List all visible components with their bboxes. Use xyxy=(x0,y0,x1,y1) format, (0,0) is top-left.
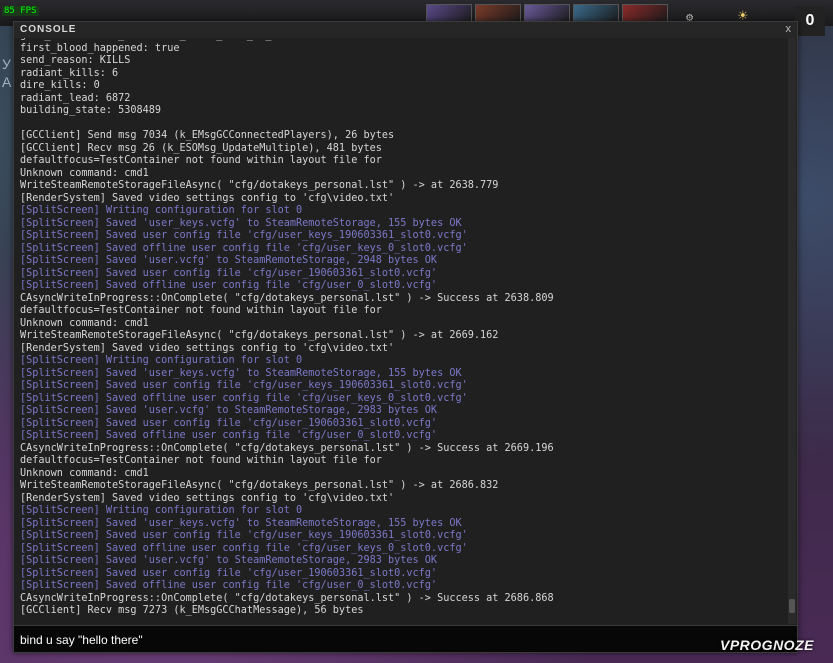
log-line: [SplitScreen] Saved 'user_keys.vcfg' to … xyxy=(20,367,462,379)
log-line: [SplitScreen] Writing configuration for … xyxy=(20,205,303,216)
console-title: CONSOLE xyxy=(20,24,77,35)
log-line: defaultfocus=TestContainer not found wit… xyxy=(20,155,382,166)
console-log[interactable]: game_state: DOTA_GAMERULES_STATE_GAME_IN… xyxy=(16,38,786,624)
side-letter: А xyxy=(2,74,12,90)
log-line: [SplitScreen] Saved 'user_keys.vcfg' to … xyxy=(20,217,462,229)
log-line: Unknown command: cmd1 xyxy=(20,317,149,329)
close-icon[interactable]: x xyxy=(786,23,792,35)
log-line: [SplitScreen] Saved user config file 'cf… xyxy=(20,380,468,391)
log-line: Unknown command: cmd1 xyxy=(20,167,149,179)
log-line: defaultfocus=TestContainer not found wit… xyxy=(20,455,382,466)
log-line: dire_kills: 0 xyxy=(20,80,100,91)
log-line: [SplitScreen] Saved offline user config … xyxy=(20,242,468,254)
log-line: CAsyncWriteInProgress::OnComplete( "cfg/… xyxy=(20,292,554,304)
log-line: send_reason: KILLS xyxy=(20,55,131,66)
log-line: first_blood_happened: true xyxy=(20,42,180,54)
log-line: [SplitScreen] Saved offline user config … xyxy=(20,392,468,404)
log-line: CAsyncWriteInProgress::OnComplete( "cfg/… xyxy=(20,442,554,454)
log-line: [RenderSystem] Saved video settings conf… xyxy=(20,192,395,204)
log-line: [SplitScreen] Saved offline user config … xyxy=(20,430,438,441)
log-line: [SplitScreen] Saved offline user config … xyxy=(20,280,438,291)
log-line: WriteSteamRemoteStorageFileAsync( "cfg/d… xyxy=(20,180,499,191)
console-window: CONSOLE x game_state: DOTA_GAMERULES_STA… xyxy=(13,21,798,653)
log-line: radiant_kills: 6 xyxy=(20,67,119,79)
log-line: [SplitScreen] Saved 'user.vcfg' to Steam… xyxy=(20,255,438,266)
log-line: CAsyncWriteInProgress::OnComplete( "cfg/… xyxy=(20,592,554,604)
log-line: radiant_lead: 6872 xyxy=(20,92,131,104)
log-line: [GCClient] Send msg 7034 (k_EMsgGCConnec… xyxy=(20,130,395,141)
log-line: [SplitScreen] Saved 'user.vcfg' to Steam… xyxy=(20,405,438,416)
log-line: [SplitScreen] Saved offline user config … xyxy=(20,580,438,591)
console-scrollbar[interactable] xyxy=(788,38,796,624)
log-line: [SplitScreen] Saved 'user_keys.vcfg' to … xyxy=(20,517,462,529)
log-line: [GCClient] Recv msg 26 (k_ESOMsg_UpdateM… xyxy=(20,142,382,154)
log-line: [GCClient] Recv msg 7273 (k_EMsgGCChatMe… xyxy=(20,605,364,616)
log-lines: game_state: DOTA_GAMERULES_STATE_GAME_IN… xyxy=(20,38,554,618)
log-line: [RenderSystem] Saved video settings conf… xyxy=(20,342,395,354)
log-line: defaultfocus=TestContainer not found wit… xyxy=(20,305,382,316)
log-line: [RenderSystem] Saved video settings conf… xyxy=(20,492,395,504)
log-line: [SplitScreen] Saved user config file 'cf… xyxy=(20,567,438,579)
log-line: [SplitScreen] Saved user config file 'cf… xyxy=(20,230,468,241)
scrollbar-thumb[interactable] xyxy=(789,599,795,613)
fps-counter: 85 FPS xyxy=(2,6,39,16)
log-line: [SplitScreen] Saved user config file 'cf… xyxy=(20,530,468,541)
console-command-input[interactable] xyxy=(18,630,712,650)
console-input-row xyxy=(14,625,797,652)
console-header: CONSOLE x xyxy=(14,22,797,38)
log-line: Unknown command: cmd1 xyxy=(20,467,149,479)
log-line: building_state: 5308489 xyxy=(20,105,162,116)
side-text: У А xyxy=(2,55,11,91)
log-line: [SplitScreen] Saved user config file 'cf… xyxy=(20,267,438,279)
side-letter: У xyxy=(2,56,11,72)
log-line: [SplitScreen] Saved user config file 'cf… xyxy=(20,417,438,429)
log-line: [SplitScreen] Saved 'user.vcfg' to Steam… xyxy=(20,555,438,566)
score-counter: 0 xyxy=(795,6,825,36)
log-line: WriteSteamRemoteStorageFileAsync( "cfg/d… xyxy=(20,330,499,341)
watermark-logo: VPROGNOZE xyxy=(720,637,814,653)
log-line: WriteSteamRemoteStorageFileAsync( "cfg/d… xyxy=(20,480,499,491)
log-line: [SplitScreen] Writing configuration for … xyxy=(20,355,303,366)
log-line: [SplitScreen] Writing configuration for … xyxy=(20,505,303,516)
log-line: [SplitScreen] Saved offline user config … xyxy=(20,542,468,554)
